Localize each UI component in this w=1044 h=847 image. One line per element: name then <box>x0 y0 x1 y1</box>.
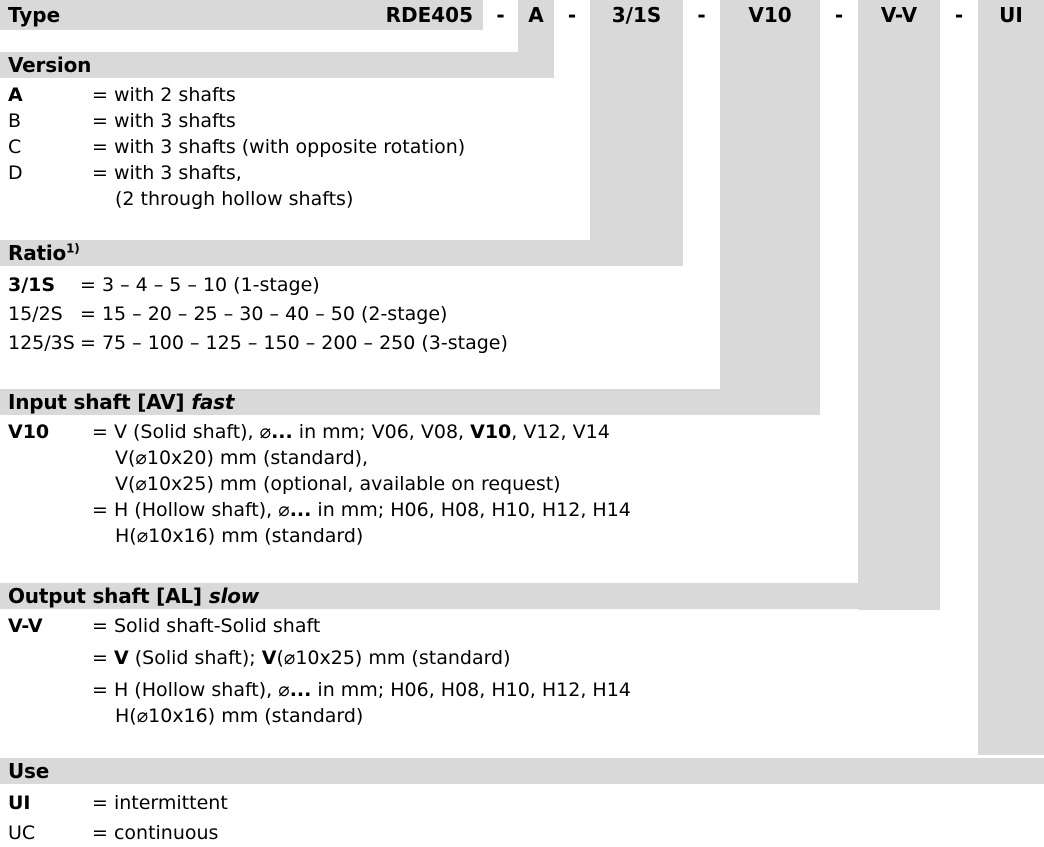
section-title-output-shaft-text: Output shaft [AL] <box>8 584 202 608</box>
section-title-input-shaft-qualifier: fast <box>191 390 235 414</box>
definition-value: (2 through hollow shafts) <box>115 188 354 210</box>
definition-value: = V (Solid shaft), ⌀... in mm; V06, V08,… <box>92 421 610 443</box>
definition-row: V10 = V (Solid shaft), ⌀... in mm; V06, … <box>0 419 610 445</box>
definition-value: = intermittent <box>92 792 228 814</box>
definition-value: = continuous <box>92 822 219 844</box>
definition-row: = H (Hollow shaft), ⌀... in mm; H06, H08… <box>0 677 631 703</box>
definition-row: 125/3S = 75 – 100 – 125 – 150 – 200 – 25… <box>0 330 508 356</box>
definition-key: D <box>8 162 23 184</box>
section-title-ratio: Ratio1) <box>0 241 80 265</box>
definition-value: H(⌀10x16) mm (standard) <box>115 525 364 547</box>
definition-row: (2 through hollow shafts) <box>0 186 353 212</box>
definition-value: = H (Hollow shaft), ⌀... in mm; H06, H08… <box>92 499 631 521</box>
section-title-version: Version <box>8 53 92 77</box>
definition-key: B <box>8 110 22 132</box>
section-title-output-shaft-qualifier: slow <box>208 584 260 608</box>
definition-key: 125/3S <box>8 332 75 354</box>
definition-row: = H (Hollow shaft), ⌀... in mm; H06, H08… <box>0 497 631 523</box>
type-segment-version: A <box>518 0 554 30</box>
definition-key: 15/2S <box>8 303 63 325</box>
definition-row: B = with 3 shafts <box>0 108 236 134</box>
section-header-use: Use <box>0 758 1044 784</box>
definition-value: = with 2 shafts <box>92 84 236 106</box>
definition-row: UI = intermittent <box>0 790 228 816</box>
type-segment-output-shaft: V-V <box>858 0 940 30</box>
definition-value: = 75 – 100 – 125 – 150 – 200 – 250 (3-st… <box>80 332 508 354</box>
definition-key: V10 <box>8 421 50 443</box>
section-header-ratio: Ratio1) <box>0 240 683 266</box>
definition-value: = with 3 shafts, <box>92 162 242 184</box>
section-title-ratio-text: Ratio <box>8 241 67 265</box>
definition-value: = with 3 shafts (with opposite rotation) <box>92 136 466 158</box>
section-title-input-shaft: Input shaft [AV] fast <box>0 390 234 414</box>
definition-row: H(⌀10x16) mm (standard) <box>0 703 363 729</box>
definition-row: D = with 3 shafts, <box>0 160 242 186</box>
definition-row: 15/2S = 15 – 20 – 25 – 30 – 40 – 50 (2-s… <box>0 301 447 327</box>
page-title: Type <box>8 3 61 27</box>
type-code-value: RDE405 <box>385 3 473 27</box>
section-header-output-shaft: Output shaft [AL] slow <box>0 583 940 609</box>
definition-row: = V (Solid shaft); V(⌀10x25) mm (standar… <box>0 645 511 671</box>
definition-value: = Solid shaft-Solid shaft <box>92 615 321 637</box>
definition-key: C <box>8 136 22 158</box>
section-header-version: Version <box>0 52 554 78</box>
type-segment-input-shaft: V10 <box>720 0 820 30</box>
definition-key: UC <box>8 822 36 844</box>
definition-key: V-V <box>8 615 43 637</box>
section-title-ratio-footnote: 1) <box>66 241 80 256</box>
definition-row: V(⌀10x20) mm (standard), <box>0 445 368 471</box>
definition-row: A = with 2 shafts <box>0 82 236 108</box>
definition-value: V(⌀10x25) mm (optional, available on req… <box>115 473 561 495</box>
section-title-output-shaft: Output shaft [AL] slow <box>0 584 259 608</box>
type-separator-2: - <box>567 3 577 27</box>
type-separator-4: - <box>834 3 844 27</box>
type-separator-3: - <box>697 3 706 27</box>
definition-value: = 15 – 20 – 25 – 30 – 40 – 50 (2-stage) <box>80 303 448 325</box>
type-separator-1: - <box>496 3 505 27</box>
section-title-use: Use <box>8 759 50 783</box>
definition-key: 3/1S <box>8 274 56 296</box>
definition-row: UC = continuous <box>0 820 218 846</box>
definition-row: V-V = Solid shaft-Solid shaft <box>0 613 320 639</box>
definition-row: 3/1S = 3 – 4 – 5 – 10 (1-stage) <box>0 272 320 298</box>
type-segment-use: UI <box>978 0 1044 30</box>
type-separator-5: - <box>954 3 964 27</box>
definition-value: = H (Hollow shaft), ⌀... in mm; H06, H08… <box>92 679 631 701</box>
definition-value: = 3 – 4 – 5 – 10 (1-stage) <box>80 274 320 296</box>
section-header-input-shaft: Input shaft [AV] fast <box>0 389 820 415</box>
definition-value: = V (Solid shaft); V(⌀10x25) mm (standar… <box>92 647 511 669</box>
definition-value: H(⌀10x16) mm (standard) <box>115 705 364 727</box>
definition-row: C = with 3 shafts (with opposite rotatio… <box>0 134 465 160</box>
definition-value: = with 3 shafts <box>92 110 236 132</box>
definition-row: V(⌀10x25) mm (optional, available on req… <box>0 471 561 497</box>
definition-key: A <box>8 84 23 106</box>
section-title-input-shaft-text: Input shaft [AV] <box>8 390 185 414</box>
definition-row: H(⌀10x16) mm (standard) <box>0 523 363 549</box>
definition-key: UI <box>8 792 31 814</box>
definition-value: V(⌀10x20) mm (standard), <box>115 447 369 469</box>
type-segment-ratio: 3/1S <box>590 0 683 30</box>
